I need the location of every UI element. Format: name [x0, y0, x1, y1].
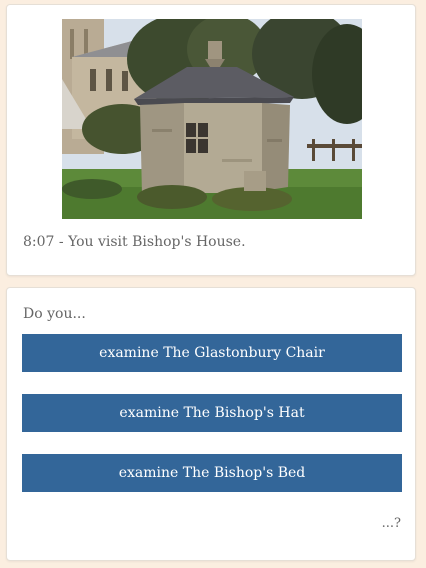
choice-prompt: Do you...	[23, 306, 86, 322]
choice-button-bishops-bed[interactable]: examine The Bishop's Bed	[22, 454, 402, 492]
choice-button-bishops-hat[interactable]: examine The Bishop's Hat	[22, 394, 402, 432]
choice-button-glastonbury-chair[interactable]: examine The Glastonbury Chair	[22, 334, 402, 372]
continuation-text: ...?	[381, 516, 401, 531]
story-text: 8:07 - You visit Bishop's House.	[23, 234, 246, 250]
story-card: 8:07 - You visit Bishop's House.	[6, 4, 416, 276]
bishops-house-photo	[62, 19, 362, 219]
choice-card: Do you... examine The Glastonbury Chair …	[6, 287, 416, 561]
